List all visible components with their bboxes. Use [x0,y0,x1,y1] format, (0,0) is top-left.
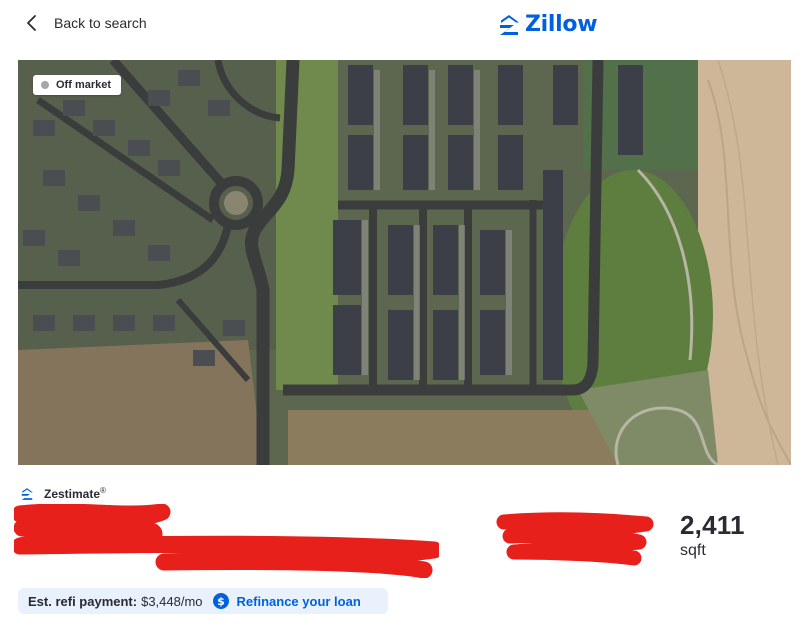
redacted-price-scribble [496,512,654,566]
zillow-logo-icon [500,14,519,35]
aerial-photo-image [18,60,791,465]
dollar-circle-icon: $ [212,593,229,609]
property-photo[interactable] [18,60,791,465]
refinance-loan-link[interactable]: Refinance your loan [237,594,361,609]
zestimate-label-text: Zestimate [44,487,101,501]
registered-mark: ® [100,486,106,495]
zillow-logo-text: Zillow [525,12,598,37]
svg-text:$: $ [217,595,225,608]
top-bar: Back to search Zillow [0,0,812,50]
status-badge: Off market [33,75,122,95]
sqft-stat: 2,411 sqft [680,510,745,562]
zestimate-heading: Zestimate® [20,486,106,501]
chevron-left-icon [27,15,36,31]
sqft-unit: sqft [680,542,706,559]
status-dot-icon [41,81,49,89]
zillow-logo[interactable]: Zillow [497,12,598,37]
status-badge-label: Off market [56,79,112,91]
zillow-z-icon [21,487,33,500]
redacted-address-scribble [14,504,439,578]
sqft-value: 2,411 [680,510,745,540]
back-to-search-link[interactable]: Back to search [24,13,147,33]
zestimate-label: Zestimate® [44,486,106,501]
refi-label: Est. refi payment: [28,593,138,609]
refi-value: $3,448/mo [141,593,203,609]
refi-banner: Est. refi payment: $3,448/mo $ Refinance… [18,588,388,614]
back-to-search-label: Back to search [54,15,147,31]
